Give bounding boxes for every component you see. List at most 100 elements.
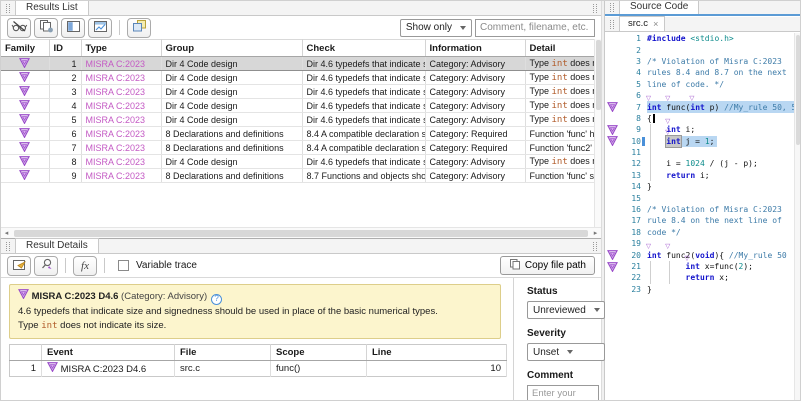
column-header-information[interactable]: Information [425,40,525,57]
copy-file-path-button[interactable]: Copy file path [500,256,595,275]
code-line[interactable]: 22 return x; [605,272,794,283]
expression-button[interactable]: fx [73,256,97,276]
result-row[interactable]: 5MISRA C:2023Dir 4 Code designDir 4.6 ty… [1,113,594,127]
column-header-type[interactable]: Type [81,40,161,57]
new-window-button[interactable] [127,18,151,38]
open-result-button[interactable] [7,256,31,276]
code-line[interactable]: 14} [605,181,794,192]
layout-button[interactable] [61,18,85,38]
results-vertical-scrollbar[interactable] [594,39,601,227]
code-line[interactable]: 1#include <stdio.h> [605,33,794,44]
violation-token[interactable]: func▽ [666,102,685,113]
column-header-id[interactable]: ID [49,40,81,57]
code-line-text: } [647,181,794,192]
code-line[interactable]: 5line of code. */ [605,79,794,90]
violation-token[interactable]: int▽ [666,136,680,147]
result-row[interactable]: 8MISRA C:2023Dir 4 Code designDir 4.6 ty… [1,155,594,169]
column-header-check[interactable]: Check [302,40,425,57]
column-header-family[interactable]: Family [1,40,49,57]
variable-trace-checkbox[interactable] [118,260,129,271]
close-icon[interactable]: × [653,19,658,29]
tab-results-list[interactable]: Results List [15,0,89,15]
scrollbar-thumb[interactable] [596,40,601,110]
violation-token[interactable]: int▽ [647,102,661,113]
code-line[interactable]: 10 int▽ j = 1; [605,136,794,147]
code-line[interactable]: 2 [605,44,794,55]
code-line[interactable]: 11 [605,147,794,158]
code-line-text: int▽ func▽(int▽ p) //My_rule 50, 51 [647,101,794,112]
code-line[interactable]: 20int▽ func2▽(void){ //My_rule 50 [605,249,794,260]
panel-menu-handle[interactable] [593,242,597,251]
gutter-violation-icon[interactable] [605,136,620,146]
column-header-group[interactable]: Group [161,40,302,57]
event-column-header-scope[interactable]: Scope [271,345,367,361]
code-line[interactable]: 15 [605,192,794,203]
scroll-right-arrow[interactable]: ▸ [590,228,601,238]
code-line[interactable]: 8{ [605,113,794,124]
line-number: 16 [620,205,641,214]
event-row[interactable]: 1 MISRA C:2023 D4.6src.cfunc()10 [10,361,507,377]
help-icon[interactable]: ? [211,294,222,305]
code-line[interactable]: 23} [605,284,794,295]
code-token: return [686,272,715,283]
code-line[interactable]: 16/* Violation of Misra C:2023 [605,204,794,215]
gutter-violation-icon[interactable] [605,262,620,272]
hide-results-button[interactable] [7,18,31,38]
result-row[interactable]: 9MISRA C:20238 Declarations and definiti… [1,169,594,183]
report-button[interactable] [88,18,112,38]
result-row[interactable]: 1MISRA C:2023Dir 4 Code designDir 4.6 ty… [1,57,594,71]
code-line[interactable]: 19 [605,238,794,249]
copy-results-button[interactable] [34,18,58,38]
severity-dropdown[interactable]: Unset [527,343,605,361]
code-line[interactable]: 13 return i; [605,170,794,181]
code-line[interactable]: 12 i = 1024 / (j - p); [605,158,794,169]
show-only-dropdown[interactable]: Show only [400,19,472,37]
tab-result-details[interactable]: Result Details [15,238,99,253]
cell-check: Dir 4.6 typedefs that indicate size ... [302,85,425,99]
gutter-violation-icon[interactable] [605,102,620,112]
code-line[interactable]: 3/* Violation of Misra C:2023 [605,56,794,67]
code-line[interactable]: 21 int▽ x=func(2); [605,261,794,272]
code-line[interactable]: 4rules 8.4 and 8.7 on the next [605,67,794,78]
violation-token[interactable]: int▽ [647,250,661,261]
panel-drag-handle[interactable] [610,3,614,12]
source-vertical-scrollbar[interactable] [794,33,800,400]
code-line[interactable]: 7int▽ func▽(int▽ p) //My_rule 50, 51 [605,101,794,112]
result-row[interactable]: 4MISRA C:2023Dir 4 Code designDir 4.6 ty… [1,99,594,113]
panel-menu-handle[interactable] [593,4,597,13]
violation-token[interactable]: int▽ [686,261,700,272]
panel-drag-handle[interactable] [6,242,10,251]
result-row[interactable]: 2MISRA C:2023Dir 4 Code designDir 4.6 ty… [1,71,594,85]
code-line-text: rule 8.4 on the next line of [647,215,794,226]
panel-drag-handle[interactable] [610,20,614,29]
result-row[interactable]: 3MISRA C:2023Dir 4 Code designDir 4.6 ty… [1,85,594,99]
event-column-header-line[interactable]: Line [367,345,507,361]
code-line[interactable]: 18code */ [605,227,794,238]
column-header-detail[interactable]: Detail [525,40,594,57]
code-line[interactable]: 17rule 8.4 on the next line of [605,215,794,226]
comment-textarea[interactable] [527,385,599,401]
locate-result-button[interactable] [34,256,58,276]
results-horizontal-scrollbar[interactable]: ◂ ▸ [1,227,601,238]
tab-result-details-label: Result Details [26,240,88,251]
result-row[interactable]: 7MISRA C:20238 Declarations and definiti… [1,141,594,155]
tab-source-code[interactable]: Source Code [619,0,699,14]
event-column-header-file[interactable]: File [175,345,271,361]
result-row[interactable]: 6MISRA C:20238 Declarations and definiti… [1,127,594,141]
file-tab-src-c[interactable]: src.c × [619,16,665,31]
panel-drag-handle[interactable] [6,4,10,13]
code-line[interactable]: 9 int▽ i; [605,124,794,135]
source-code-tabbar: Source Code [605,1,800,16]
results-search-input[interactable] [475,19,595,37]
status-dropdown[interactable]: Unreviewed [527,301,605,319]
gutter-violation-icon[interactable] [605,250,620,260]
scroll-left-arrow[interactable]: ◂ [1,228,12,238]
line-number: 9 [620,125,641,134]
scrollbar-thumb[interactable] [796,35,800,145]
gutter-violation-icon[interactable] [605,125,620,135]
scrollbar-thumb[interactable] [14,230,588,237]
code-line[interactable]: 6 [605,90,794,101]
code-line-text [647,192,794,203]
event-column-header-event[interactable]: Event [42,345,175,361]
violation-token[interactable]: int▽ [690,102,704,113]
